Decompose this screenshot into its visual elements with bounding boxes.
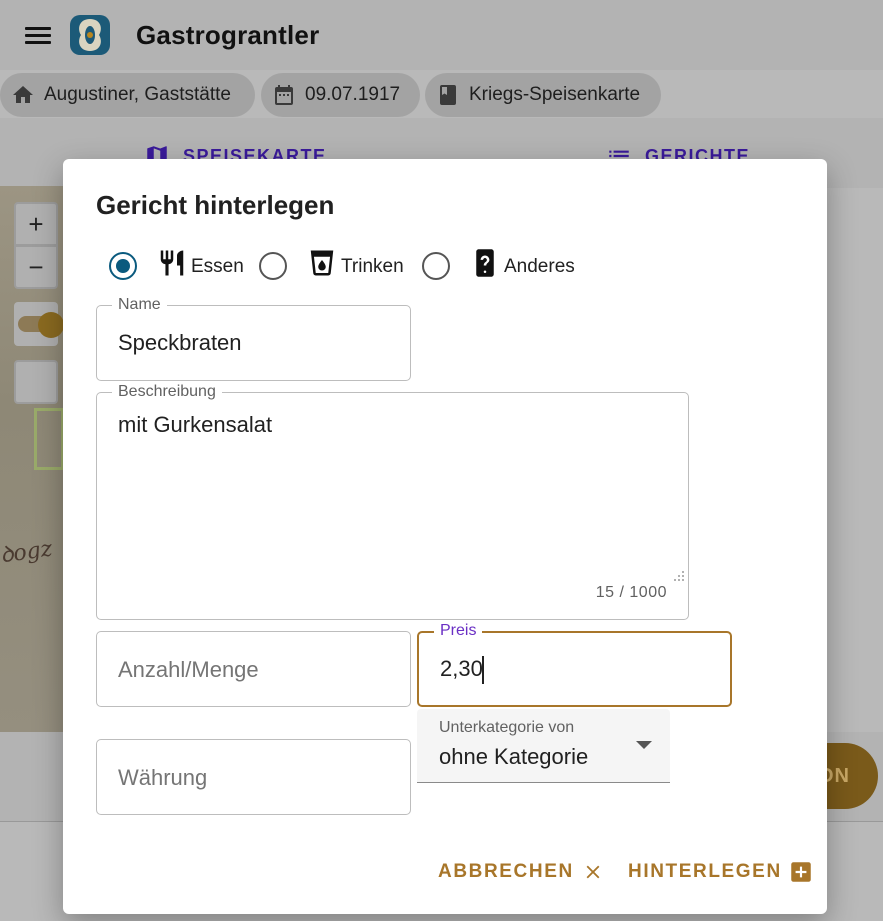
toggle-thumb [38, 312, 64, 338]
radio-trinken[interactable]: Trinken [259, 248, 404, 280]
chip-label: Kriegs-Speisenkarte [469, 84, 641, 105]
currency-field[interactable]: Währung [96, 739, 411, 815]
cancel-label: ABBRECHEN [438, 861, 574, 882]
character-counter: 15 / 1000 [595, 584, 667, 601]
radio-button[interactable] [422, 252, 450, 280]
zoom-out-button[interactable]: − [14, 245, 58, 289]
add-dish-dialog: Gericht hinterlegen Essen Trinken Andere… [63, 159, 827, 914]
chip-label: Augustiner, Gaststätte [44, 84, 231, 105]
app-title: Gastrograntler [136, 20, 320, 50]
radio-essen[interactable]: Essen [109, 248, 244, 280]
restaurant-chip[interactable]: Augustiner, Gaststätte [0, 73, 255, 117]
radio-button[interactable] [259, 252, 287, 280]
name-value: Speckbraten [118, 330, 242, 355]
price-field[interactable]: Preis 2,30 [417, 622, 732, 707]
text-caret [482, 656, 484, 684]
add-box-icon [788, 859, 814, 885]
cutlery-icon [157, 248, 187, 280]
field-label: Name [112, 296, 167, 314]
app-logo [69, 14, 111, 56]
cancel-button[interactable]: ABBRECHEN [438, 859, 606, 885]
quantity-placeholder: Anzahl/Menge [118, 657, 259, 682]
quantity-field[interactable]: Anzahl/Menge [96, 631, 411, 707]
cup-icon [307, 248, 337, 280]
menu-card-chip[interactable]: Kriegs-Speisenkarte [425, 73, 661, 117]
save-label: HINTERLEGEN [628, 861, 782, 882]
dish-type-radio-group: Essen Trinken Anderes [107, 248, 667, 288]
zoom-in-button[interactable]: + [14, 202, 58, 246]
currency-placeholder: Währung [118, 765, 208, 790]
radio-anderes[interactable]: Anderes [422, 248, 575, 280]
unknown-device-icon [470, 248, 500, 280]
dropdown-arrow-icon [636, 741, 652, 749]
book-icon [435, 82, 461, 108]
map-control-button[interactable] [14, 360, 58, 404]
dialog-actions: ABBRECHEN HINTERLEGEN [436, 859, 816, 899]
dialog-title: Gericht hinterlegen [96, 190, 335, 220]
price-value: 2,30 [440, 656, 483, 681]
calendar-icon [271, 82, 297, 108]
radio-label: Essen [191, 256, 244, 277]
app-bar: Gastrograntler [0, 0, 883, 70]
select-value: ohne Kategorie [439, 744, 589, 769]
name-field[interactable]: Name Speckbraten [96, 296, 411, 381]
chip-label: 09.07.1917 [305, 84, 401, 105]
radio-button[interactable] [109, 252, 137, 280]
save-button[interactable]: HINTERLEGEN [628, 859, 814, 885]
subcategory-select[interactable]: Unterkategorie von ohne Kategorie [417, 709, 670, 783]
radio-label: Trinken [341, 256, 404, 277]
resize-handle-icon[interactable] [673, 569, 685, 581]
home-icon [10, 82, 36, 108]
description-field[interactable]: Beschreibung mit Gurkensalat 15 / 1000 [96, 383, 689, 620]
date-chip[interactable]: 09.07.1917 [261, 73, 420, 117]
select-label: Unterkategorie von [439, 719, 575, 736]
menu-icon[interactable] [22, 22, 54, 50]
field-label: Preis [434, 622, 483, 640]
field-label: Beschreibung [112, 383, 222, 401]
map-stamp [34, 408, 64, 470]
radio-label: Anderes [504, 256, 575, 277]
close-icon [580, 859, 606, 885]
description-value: mit Gurkensalat [118, 412, 273, 437]
map-layer-toggle[interactable] [14, 302, 64, 346]
